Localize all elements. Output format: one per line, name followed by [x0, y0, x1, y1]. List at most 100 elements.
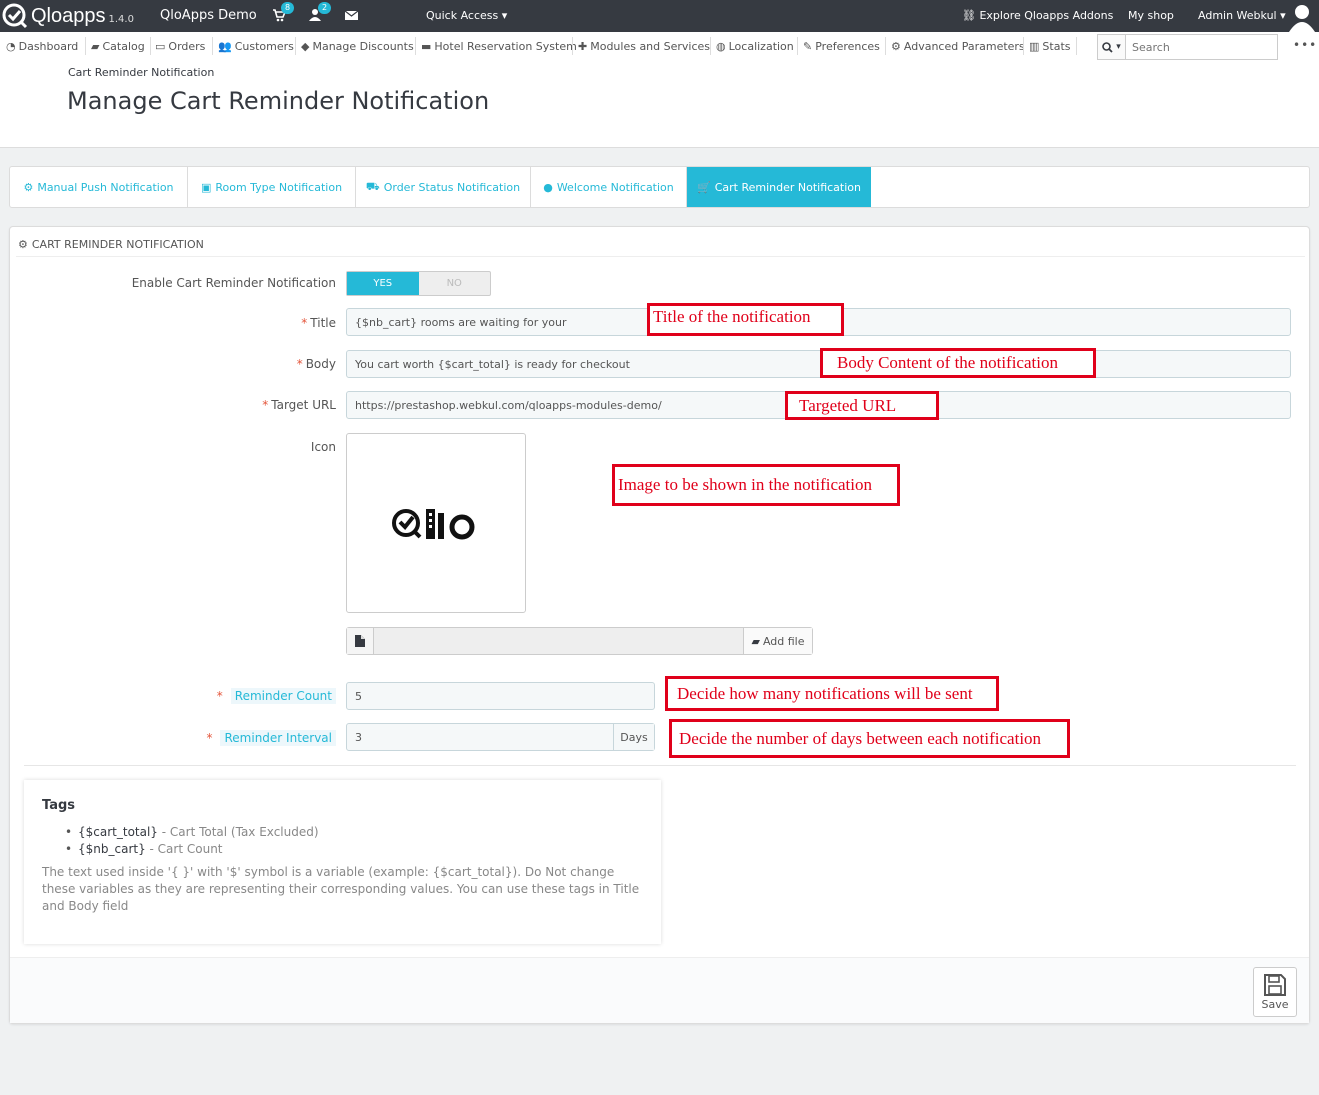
caret-down-icon: ▾ — [1280, 9, 1286, 22]
annotation-url: Targeted URL — [785, 391, 939, 420]
tab-room-type[interactable]: ▣Room Type Notification — [188, 167, 356, 207]
folder-open-icon: ▰ — [751, 635, 759, 648]
breadcrumb[interactable]: Cart Reminder Notification — [68, 66, 214, 79]
reminder-count-label-text[interactable]: Reminder Count — [231, 688, 336, 704]
tab-label: Order Status Notification — [384, 181, 520, 194]
body-input[interactable]: You cart worth {$cart_total} is ready fo… — [346, 350, 1291, 378]
menu-customers[interactable]: 👥Customers — [218, 38, 294, 54]
search-bar: ▾ — [1097, 34, 1278, 60]
menu-catalog[interactable]: ▰Catalog — [91, 38, 145, 54]
required-mark: * — [262, 398, 268, 412]
menu-hotel-reservation[interactable]: ▬Hotel Reservation System — [421, 38, 577, 54]
menu-localization[interactable]: ◍Localization — [716, 38, 794, 54]
menu-divider — [150, 37, 151, 55]
menu-divider — [1076, 37, 1077, 55]
menu-divider — [572, 37, 573, 55]
required-mark: * — [301, 316, 307, 330]
menu-modules[interactable]: ✚Modules and Services — [578, 38, 710, 54]
quick-access-label: Quick Access — [426, 9, 498, 22]
tags-list: {$cart_total} - Cart Total (Tax Excluded… — [78, 824, 643, 858]
menu-divider — [415, 37, 416, 55]
reminder-count-label: *Reminder Count — [217, 689, 336, 703]
reminder-interval-label-text[interactable]: Reminder Interval — [220, 730, 336, 746]
body-label-text: Body — [306, 357, 336, 371]
qlo-logo-image — [391, 501, 481, 545]
reminder-count-input[interactable]: 5 — [346, 682, 655, 710]
menu-customers-label: Customers — [235, 40, 294, 53]
my-shop-link[interactable]: My shop — [1128, 9, 1174, 22]
tags-note: The text used inside '{ }' with '$' symb… — [42, 864, 643, 915]
tab-manual-push[interactable]: ⚙Manual Push Notification — [10, 167, 188, 207]
globe-icon: ◍ — [716, 40, 726, 53]
menu-discounts[interactable]: ◆Manage Discounts — [301, 38, 414, 54]
tab-welcome[interactable]: ●Welcome Notification — [531, 167, 687, 207]
menu-orders-label: Orders — [168, 40, 205, 53]
enable-toggle[interactable]: YES NO — [346, 271, 491, 296]
shop-name[interactable]: QloApps Demo — [160, 8, 257, 23]
menu-divider — [710, 37, 711, 55]
quick-access-dropdown[interactable]: Quick Access ▾ — [426, 9, 507, 22]
menu-preferences[interactable]: ✎Preferences — [803, 38, 880, 54]
menu-orders[interactable]: ▭Orders — [155, 38, 205, 54]
tab-label: Room Type Notification — [215, 181, 342, 194]
add-file-button[interactable]: ▰ Add file — [743, 628, 812, 654]
reminder-interval-input[interactable]: 3 — [355, 731, 362, 744]
puzzle-icon: ✚ — [578, 40, 587, 53]
customers-notification[interactable]: 2 — [309, 8, 327, 24]
more-menu-icon[interactable]: ••• — [1293, 38, 1317, 52]
menu-divider — [1023, 37, 1024, 55]
admin-menu[interactable]: Admin Webkul ▾ — [1198, 9, 1286, 22]
menu-localization-label: Localization — [729, 40, 794, 53]
tag-description: - Cart Count — [146, 842, 223, 856]
messages-notification[interactable] — [345, 8, 363, 24]
search-type-dropdown[interactable]: ▾ — [1098, 35, 1126, 59]
icon-label: Icon — [311, 440, 336, 454]
url-label-text: Target URL — [271, 398, 336, 412]
cart-icon: 🛒 — [697, 181, 711, 194]
file-name-field[interactable] — [374, 628, 743, 654]
puzzle-icon: ⛓ — [962, 9, 976, 22]
toggle-no[interactable]: NO — [419, 272, 491, 295]
menu-divider — [85, 37, 86, 55]
customers-badge: 2 — [318, 2, 331, 14]
cogs-icon: ⚙ — [18, 238, 28, 251]
search-input[interactable] — [1126, 35, 1277, 59]
wrench-icon: ✎ — [803, 40, 812, 53]
toggle-yes[interactable]: YES — [347, 272, 419, 295]
menu-dashboard[interactable]: ◔Dashboard — [6, 38, 78, 54]
menu-stats[interactable]: ▥Stats — [1029, 38, 1071, 54]
tab-cart-reminder[interactable]: 🛒Cart Reminder Notification — [687, 167, 871, 207]
required-mark: * — [206, 731, 212, 745]
caret-down-icon: ▾ — [502, 9, 508, 22]
save-button[interactable]: Save — [1253, 967, 1297, 1017]
avatar[interactable] — [1287, 2, 1317, 32]
add-file-label: Add file — [763, 635, 805, 648]
annotation-title: Title of the notification — [647, 303, 844, 336]
panel-heading-label: Cart Reminder Notification — [32, 238, 204, 251]
bar-chart-icon: ▥ — [1029, 40, 1039, 53]
body-label: *Body — [297, 357, 336, 371]
orders-notification[interactable]: 8 — [272, 8, 290, 24]
title-label-text: Title — [310, 316, 336, 330]
list-item: {$nb_cart} - Cart Count — [78, 841, 643, 858]
menu-divider — [295, 37, 296, 55]
explore-addons-link[interactable]: ⛓ Explore Qloapps Addons — [962, 9, 1113, 22]
qloapps-logo[interactable]: Qloapps 1.4.0 — [2, 3, 134, 29]
users-icon: 👥 — [218, 40, 232, 53]
panel-footer — [10, 958, 1309, 1023]
url-label: *Target URL — [262, 398, 336, 412]
reminder-interval-group: 3 Days — [346, 723, 655, 751]
notification-tabs: ⚙Manual Push Notification ▣Room Type Not… — [9, 166, 1310, 208]
credit-card-icon: ▭ — [155, 40, 165, 53]
user-icon: ● — [543, 181, 553, 194]
menu-dashboard-label: Dashboard — [19, 40, 79, 53]
menu-advanced-parameters[interactable]: ⚙Advanced Parameters — [891, 38, 1025, 54]
enable-label: Enable Cart Reminder Notification — [132, 276, 336, 290]
heading-divider — [16, 256, 1305, 257]
menu-stats-label: Stats — [1042, 40, 1070, 53]
menu-advanced-label: Advanced Parameters — [904, 40, 1025, 53]
menu-hotel-label: Hotel Reservation System — [434, 40, 576, 53]
panel-heading: ⚙ Cart Reminder Notification — [18, 233, 204, 255]
tag-name: {$nb_cart} — [78, 842, 146, 856]
tab-order-status[interactable]: ⛟Order Status Notification — [356, 167, 531, 207]
